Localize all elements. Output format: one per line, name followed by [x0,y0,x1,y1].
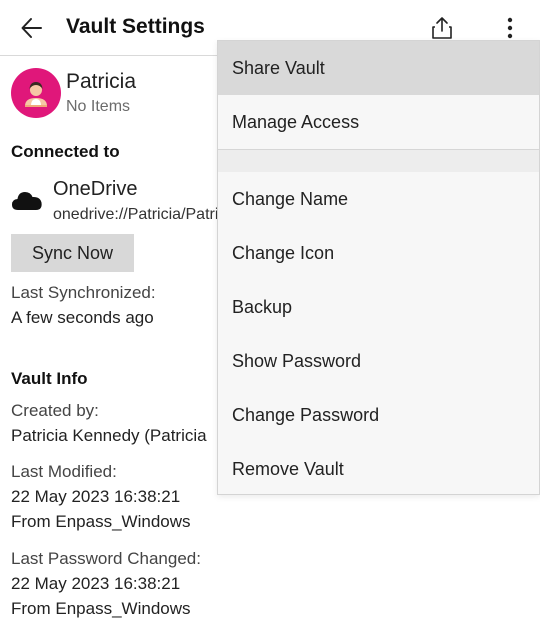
vault-info-heading: Vault Info [11,369,88,388]
page-title: Vault Settings [66,15,205,38]
menu-item-remove-vault[interactable]: Remove Vault [218,442,539,496]
menu-item-change-name[interactable]: Change Name [218,172,539,226]
menu-item-show-password[interactable]: Show Password [218,334,539,388]
last-modified-source: From Enpass_Windows [11,512,191,531]
user-name: Patricia [66,70,137,93]
connected-to-heading: Connected to [11,142,120,161]
last-password-changed-source: From Enpass_Windows [11,599,191,618]
menu-item-change-icon[interactable]: Change Icon [218,226,539,280]
last-modified-label: Last Modified: [11,462,117,481]
last-password-changed-date: 22 May 2023 16:38:21 [11,574,181,593]
user-item-count: No Items [66,98,131,115]
last-sync-label: Last Synchronized: [11,283,156,302]
created-by-label: Created by: [11,401,99,420]
cloud-icon [12,192,42,210]
menu-spacer [218,150,539,172]
last-sync-value: A few seconds ago [11,308,154,327]
user-avatar-icon [25,82,47,107]
menu-item-change-password[interactable]: Change Password [218,388,539,442]
back-button[interactable] [14,10,50,46]
more-vertical-icon [507,17,513,39]
last-password-changed-label: Last Password Changed: [11,549,201,568]
menu-item-backup[interactable]: Backup [218,280,539,334]
menu-item-manage-access[interactable]: Manage Access [218,95,539,149]
last-modified-date: 22 May 2023 16:38:21 [11,487,181,506]
share-upload-icon [432,17,452,39]
avatar [11,68,61,118]
vault-options-menu: Share Vault Manage Access Change Name Ch… [217,40,540,495]
arrow-left-icon [21,18,42,38]
service-path: onedrive://Patricia/Patricia [53,206,239,223]
sync-now-button[interactable]: Sync Now [11,234,134,272]
menu-item-share-vault[interactable]: Share Vault [218,41,539,95]
created-by-value: Patricia Kennedy (Patricia [11,426,207,445]
service-name: OneDrive [53,178,138,200]
